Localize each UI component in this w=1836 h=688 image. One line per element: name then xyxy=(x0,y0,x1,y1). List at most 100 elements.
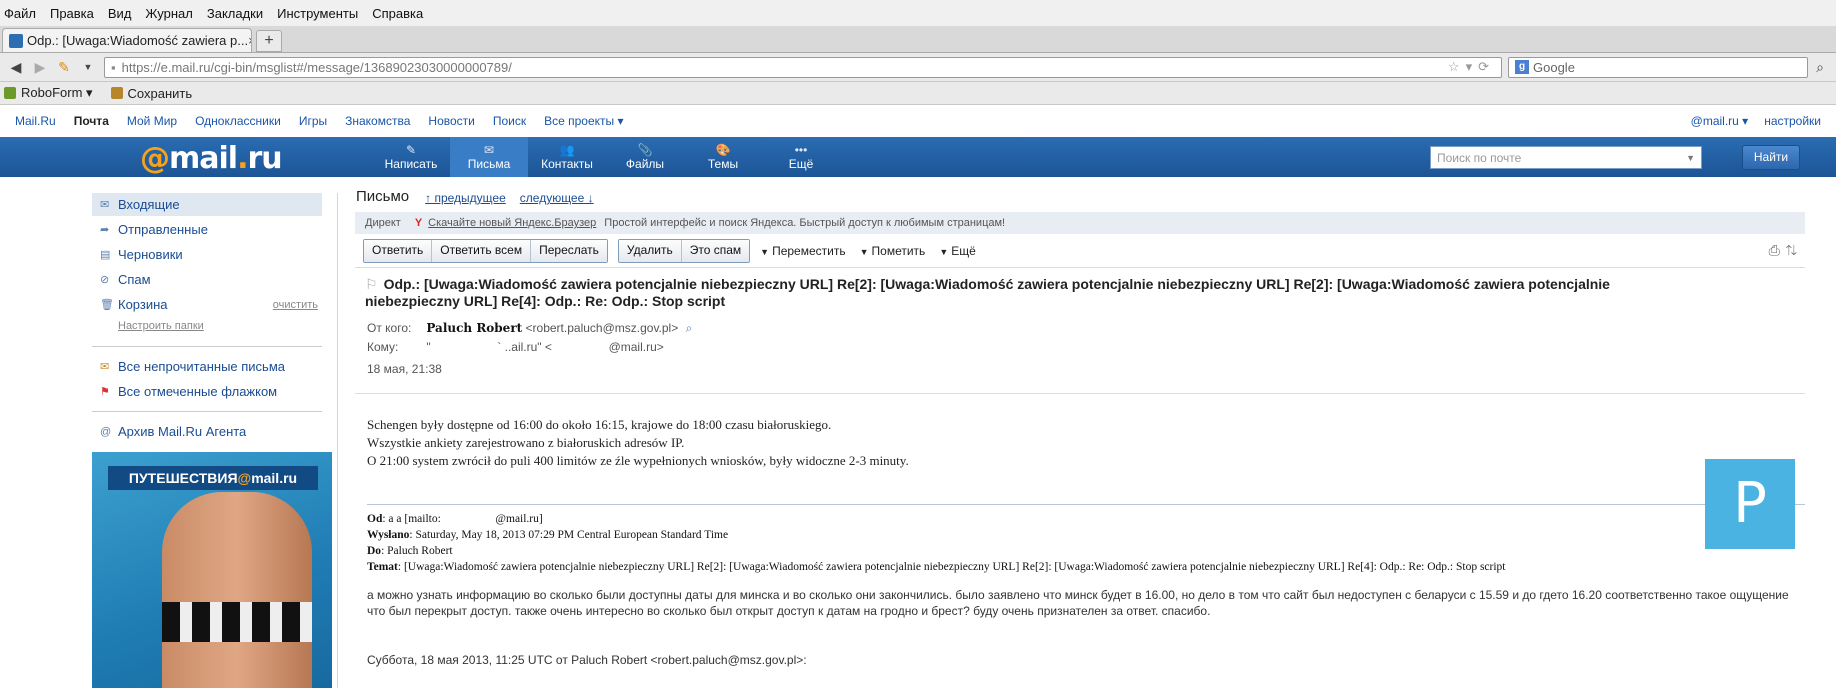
banner-title: ПУТЕШЕСТВИЯ@mail.ru xyxy=(108,466,318,490)
dropdown-chevron-icon[interactable]: ▼ xyxy=(76,62,100,72)
portal-link-mailru[interactable]: Mail.Ru xyxy=(15,114,56,128)
body-line: Wszystkie ankiety zarejestrowano z biało… xyxy=(367,435,685,450)
next-message-link[interactable]: следующее ↓ xyxy=(520,191,594,205)
more-button[interactable]: ••• Ещё xyxy=(762,137,840,177)
url-bar[interactable]: ▪ https://e.mail.ru/cgi-bin/msglist#/mes… xyxy=(104,56,1502,78)
page-title: Письмо xyxy=(356,188,410,205)
files-button[interactable]: 📎 Файлы xyxy=(606,137,684,177)
sidebar-divider xyxy=(92,346,322,347)
portal-link-games[interactable]: Игры xyxy=(299,114,327,128)
tab-close-icon[interactable]: × xyxy=(248,33,251,48)
sent-arrow-icon: ➦ xyxy=(100,224,110,236)
reply-group: Ответить Ответить всем Переслать xyxy=(363,238,608,263)
roboform-label: RoboForm ▾ xyxy=(21,85,93,100)
menu-tools[interactable]: Инструменты xyxy=(277,6,358,21)
sender-name[interactable]: Paluch Robert xyxy=(426,321,522,335)
message-body: Schengen były dostępne od 16:00 do około… xyxy=(355,394,1805,470)
previous-message-link[interactable]: ↑ предыдущее xyxy=(425,191,506,205)
mail-search-input[interactable]: Поиск по почте ▼ xyxy=(1430,146,1702,169)
sidebar-item-inbox[interactable]: ✉ Входящие xyxy=(92,193,322,216)
save-bookmark[interactable]: Сохранить xyxy=(110,86,192,101)
tab-title: Odp.: [Uwaga:Wiadomość zawiera p... xyxy=(27,33,249,48)
more-dots-icon: ••• xyxy=(794,143,808,157)
portal-nav: Mail.Ru Почта Мой Мир Одноклассники Игры… xyxy=(0,105,1836,137)
folder-sidebar: ✉ Входящие ➦ Отправленные ▤ Черновики ⊘ Спам… xyxy=(92,193,322,445)
travel-banner-ad[interactable]: ПУТЕШЕСТВИЯ@mail.ru xyxy=(92,452,332,688)
menu-history[interactable]: Журнал xyxy=(145,6,192,21)
menu-file[interactable]: Файл xyxy=(4,6,36,21)
menu-bookmarks[interactable]: Закладки xyxy=(207,6,263,21)
contacts-button[interactable]: 👥 Контакты xyxy=(528,137,606,177)
message-meta: От кого: Paluch Robert <robert.paluch@ms… xyxy=(355,319,1805,379)
unread-icon: ✉ xyxy=(100,361,110,373)
themes-button[interactable]: 🎨 Темы xyxy=(684,137,762,177)
edit-pencil-icon[interactable]: ✎ xyxy=(52,59,76,76)
menu-view[interactable]: Вид xyxy=(108,6,132,21)
portal-link-dating[interactable]: Знакомства xyxy=(345,114,410,128)
search-sender-icon[interactable]: ⌕ xyxy=(686,321,693,335)
sidebar-item-drafts[interactable]: ▤ Черновики xyxy=(92,243,322,266)
search-dropdown-icon[interactable]: ▼ xyxy=(1686,153,1695,163)
delete-button[interactable]: Удалить xyxy=(618,239,682,262)
new-tab-button[interactable]: + xyxy=(256,30,282,52)
back-icon[interactable]: ◀ xyxy=(4,59,28,76)
quote-sent: Wysłano: Saturday, May 18, 2013 07:29 PM… xyxy=(367,529,729,541)
search-button[interactable]: Найти xyxy=(1742,145,1800,170)
reply-button[interactable]: Ответить xyxy=(364,239,433,262)
portal-link-mail[interactable]: Почта xyxy=(74,114,109,128)
forward-button[interactable]: Переслать xyxy=(531,239,607,262)
banner-image xyxy=(162,492,312,688)
palette-icon: 🎨 xyxy=(715,143,731,157)
portal-link-search[interactable]: Поиск xyxy=(493,114,526,128)
sidebar-item-agent-archive[interactable]: @ Архив Mail.Ru Агента xyxy=(92,420,322,443)
forward-icon[interactable]: ▶ xyxy=(28,59,52,76)
portal-right: @mail.ru ▾ настройки xyxy=(1675,114,1821,128)
banner-image-pattern xyxy=(162,602,312,642)
delete-group: Удалить Это спам xyxy=(617,238,751,263)
ad-link[interactable]: Скачайте новый Яндекс.Браузер xyxy=(428,217,596,229)
bookmark-star-icon[interactable]: ☆▾⟳ xyxy=(1448,59,1495,75)
message-date: 18 мая, 21:38 xyxy=(367,362,442,376)
nav-bar: ◀ ▶ ✎ ▼ ▪ https://e.mail.ru/cgi-bin/msgl… xyxy=(0,53,1836,82)
account-menu[interactable]: @mail.ru ▾ xyxy=(1691,114,1749,128)
compose-button[interactable]: ✎ Написать xyxy=(372,137,450,177)
portal-link-all-projects[interactable]: Все проекты ▾ xyxy=(544,114,623,128)
direct-ad: Директ Y Скачайте новый Яндекс.Браузер П… xyxy=(355,212,1805,234)
sidebar-item-sent[interactable]: ➦ Отправленные xyxy=(92,218,322,241)
to-label: Кому: xyxy=(367,340,399,354)
portal-link-odnoklassniki[interactable]: Одноклассники xyxy=(195,114,281,128)
portal-link-news[interactable]: Новости xyxy=(428,114,474,128)
quote-subject: Temat: [Uwaga:Wiadomość zawiera potencja… xyxy=(367,561,1506,573)
roboform-icon xyxy=(4,87,16,99)
more-dropdown[interactable]: ▼ Ещё xyxy=(939,244,975,258)
save-icon xyxy=(110,87,123,99)
sidebar-item-spam[interactable]: ⊘ Спам xyxy=(92,268,322,291)
google-search-box[interactable]: g Google xyxy=(1508,56,1808,78)
sidebar-item-flagged[interactable]: ⚑ Все отмеченные флажком xyxy=(92,380,322,403)
roboform-bookmark[interactable]: RoboForm ▾ xyxy=(4,85,93,101)
reply-all-button[interactable]: Ответить всем xyxy=(432,239,532,262)
flag-outline-icon[interactable]: ⚐ xyxy=(365,276,378,292)
clear-trash-link[interactable]: очистить xyxy=(273,299,318,311)
menu-help[interactable]: Справка xyxy=(372,6,423,21)
sidebar-item-trash[interactable]: 🗑 Корзина очистить xyxy=(92,293,322,316)
letters-button[interactable]: ✉ Письма xyxy=(450,137,528,177)
menu-edit[interactable]: Правка xyxy=(50,6,94,21)
paperclip-icon: 📎 xyxy=(637,143,653,157)
print-icon[interactable]: ⎙⇅ xyxy=(1769,242,1803,259)
mark-dropdown[interactable]: ▼ Пометить xyxy=(860,244,926,258)
envelope-icon: ✉ xyxy=(483,143,495,157)
portal-link-myworld[interactable]: Мой Мир xyxy=(127,114,177,128)
chevron-down-icon: ▼ xyxy=(859,246,869,257)
move-dropdown[interactable]: ▼ Переместить xyxy=(760,244,845,258)
tab-active[interactable]: Odp.: [Uwaga:Wiadomość zawiera p... × xyxy=(2,28,252,52)
configure-folders-link[interactable]: Настроить папки xyxy=(92,318,322,338)
sidebar-item-unread[interactable]: ✉ Все непрочитанные письма xyxy=(92,355,322,378)
lock-icon: ▪ xyxy=(111,59,116,75)
mail-toolbar: ✎ Написать ✉ Письма 👥 Контакты 📎 Файлы 🎨 Темы… xyxy=(372,137,840,177)
mailru-logo[interactable]: @mail.ru xyxy=(140,141,283,176)
browser-menubar: Файл Правка Вид Журнал Закладки Инструме… xyxy=(0,0,1836,26)
magnifier-icon[interactable]: ⌕ xyxy=(1808,59,1832,76)
spam-button[interactable]: Это спам xyxy=(681,239,750,262)
settings-link[interactable]: настройки xyxy=(1764,114,1821,128)
